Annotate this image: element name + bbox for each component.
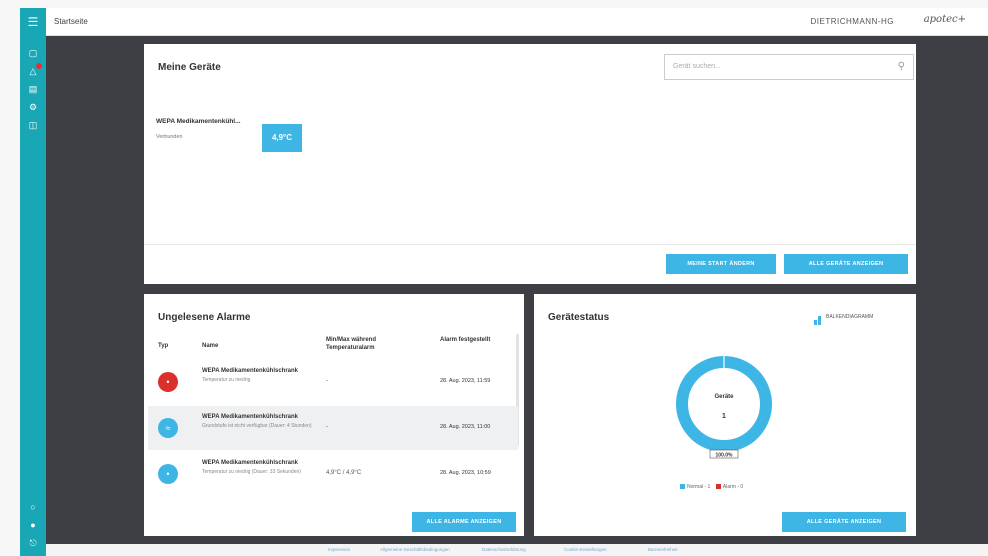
device-status: Verbunden xyxy=(156,134,183,140)
alarm-minmax: - xyxy=(326,424,328,430)
show-all-alarms-button[interactable]: ALLE ALARME ANZEIGEN xyxy=(412,512,516,532)
col-header-name: Name xyxy=(202,343,219,349)
donut-center-label: Geräte xyxy=(714,394,734,400)
footer-link[interactable]: Cookie-Einstellungen xyxy=(564,547,607,552)
change-start-button[interactable]: MEINE START ÄNDERN xyxy=(666,254,776,274)
device-status-title: Gerätestatus xyxy=(548,312,610,323)
footer: Impressum Allgemeine Geschäftsbedingunge… xyxy=(46,544,988,556)
device-search-input[interactable]: Gerät suchen... ⚲ xyxy=(664,54,914,80)
device-status-donut-chart: Geräte 1 100.0% xyxy=(676,356,772,459)
top-bar: ☰ Startseite DIETRICHMANN-HG apotec+ xyxy=(20,8,988,36)
alarm-time: 28. Aug. 2023, 10:59 xyxy=(440,470,491,476)
search-placeholder: Gerät suchen... xyxy=(673,63,721,70)
my-devices-card: Meine Geräte Gerät suchen... ⚲ WEPA Medi… xyxy=(144,44,916,284)
device-status-card: Gerätestatus BALKENDIAGRAMM Geräte 1 100.0… xyxy=(534,294,916,536)
alarm-time: 28. Aug. 2023, 11:00 xyxy=(440,424,491,430)
col-header-type: Typ xyxy=(158,343,169,349)
connection-lost-icon: ≈ xyxy=(158,418,178,438)
legend-normal[interactable]: Normal - 1 xyxy=(687,484,710,490)
alarm-device-name: WEPA Medikamentenkühlschrank xyxy=(202,368,299,374)
user-name[interactable]: DIETRICHMANN-HG xyxy=(811,17,895,26)
footer-link[interactable]: Barrierefreiheit xyxy=(648,547,678,552)
bar-chart-label: BALKENDIAGRAMM xyxy=(826,314,874,320)
user-icon[interactable]: ● xyxy=(28,520,38,530)
device-tile[interactable]: WEPA Medikamentenkühl... Verbunden 4,9°C xyxy=(156,118,306,158)
alarm-description: Grundstufe ist nicht verfügbar (Dauer: 4… xyxy=(202,423,312,429)
alarm-description: Temperatur zu niedrig (Dauer: 33 Sekunde… xyxy=(202,469,301,475)
alarm-device-name: WEPA Medikamentenkühlschrank xyxy=(202,460,299,466)
thermometer-alarm-icon: • xyxy=(158,372,178,392)
slice-percent-label: 100.0% xyxy=(716,453,734,459)
clipboard-icon[interactable]: ◫ xyxy=(28,120,38,130)
device-temperature: 4,9°C xyxy=(262,124,302,152)
donut-slice-normal[interactable] xyxy=(676,356,772,452)
alarm-row[interactable]: ≈ WEPA Medikamentenkühlschrank Grundstuf… xyxy=(148,406,518,450)
monitor-icon[interactable]: ▢ xyxy=(28,48,38,58)
show-all-devices-status-button[interactable]: ALLE GERÄTE ANZEIGEN xyxy=(782,512,906,532)
unread-alarms-card: Ungelesene Alarme Typ Name Min/Max währe… xyxy=(144,294,524,536)
footer-link[interactable]: Allgemeine Geschäftsbedingungen xyxy=(380,547,450,552)
sidebar: ▢ △ ▤ ⚙ ◫ ○ ● ⎋ xyxy=(20,36,46,556)
show-all-devices-button[interactable]: ALLE GERÄTE ANZEIGEN xyxy=(784,254,908,274)
legend-alarm-swatch xyxy=(715,484,721,490)
card-divider xyxy=(144,244,916,245)
settings-icon[interactable]: ⚙ xyxy=(28,102,38,112)
logout-icon[interactable]: ⎋ xyxy=(28,538,38,548)
alarm-description: Temperatur zu niedrig xyxy=(202,377,251,383)
legend-alarm[interactable]: Alarm - 0 xyxy=(723,484,743,490)
donut-center-value: 1 xyxy=(722,413,726,420)
alarm-minmax: - xyxy=(326,378,328,384)
alarm-time: 28. Aug. 2023, 11:59 xyxy=(440,378,491,384)
app-frame: ☰ Startseite DIETRICHMANN-HG apotec+ ▢ △… xyxy=(20,8,988,556)
brand-logo: apotec+ xyxy=(923,14,966,25)
help-icon[interactable]: ○ xyxy=(28,502,38,512)
thermometer-info-icon: • xyxy=(158,464,178,484)
alarm-row[interactable]: • WEPA Medikamentenkühlschrank Temperatu… xyxy=(148,360,518,404)
alarms-title: Ungelesene Alarme xyxy=(158,312,251,323)
report-icon[interactable]: ▤ xyxy=(28,84,38,94)
chart-legend: Normal - 1 Alarm - 0 xyxy=(680,484,743,490)
hamburger-menu-icon[interactable]: ☰ xyxy=(20,8,46,36)
legend-normal-swatch xyxy=(680,484,685,490)
alarm-badge xyxy=(36,63,42,69)
col-header-alarm-time: Alarm festgestellt xyxy=(440,337,491,343)
col-header-minmax: Min/Max während Temperaturalarm xyxy=(326,337,377,351)
bar-chart-icon xyxy=(814,312,822,325)
footer-link[interactable]: Impressum xyxy=(328,547,350,552)
alarm-icon[interactable]: △ xyxy=(28,63,42,76)
alarm-device-name: WEPA Medikamentenkühlschrank xyxy=(202,414,299,420)
alarm-minmax: 4,9°C / 4,9°C xyxy=(326,470,362,476)
footer-link[interactable]: Datenschutzerklärung xyxy=(482,547,526,552)
search-icon[interactable]: ⚲ xyxy=(898,61,905,72)
device-name: WEPA Medikamentenkühl... xyxy=(156,118,241,125)
alarm-row[interactable]: • WEPA Medikamentenkühlschrank Temperatu… xyxy=(148,452,518,496)
my-devices-title: Meine Geräte xyxy=(158,62,221,73)
page-title: Startseite xyxy=(54,17,88,26)
